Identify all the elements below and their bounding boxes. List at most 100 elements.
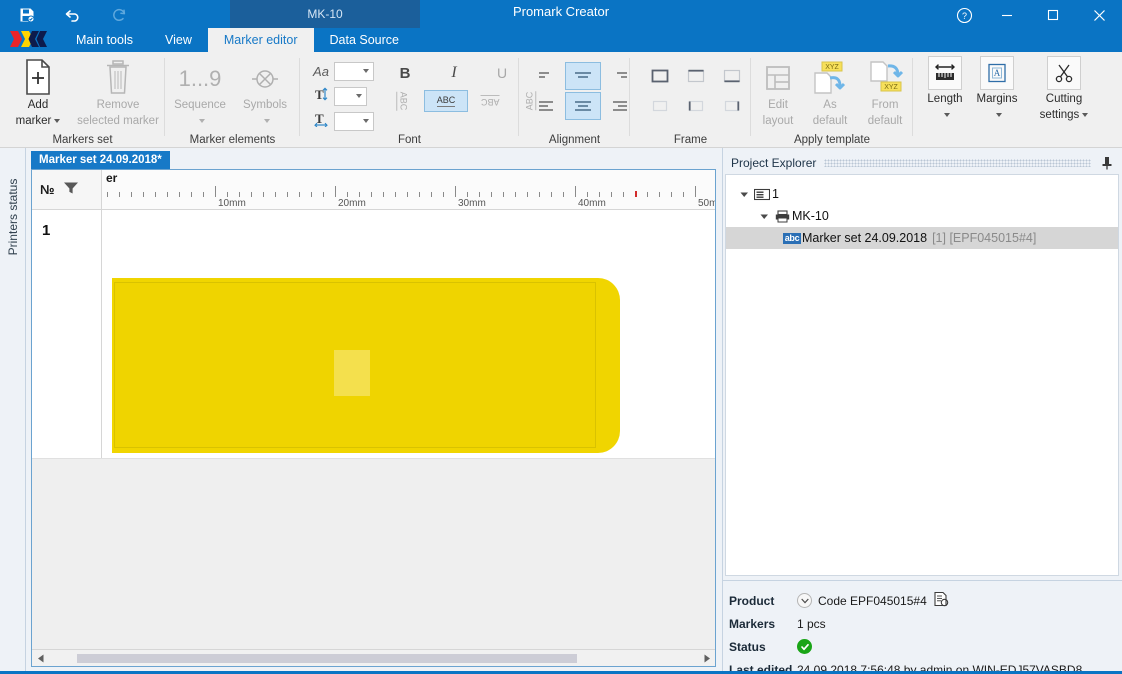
from-default-icon: XYZ xyxy=(865,56,905,96)
marker-shape[interactable] xyxy=(112,278,620,453)
sequence-label: Sequence xyxy=(174,99,226,111)
tree-node-printer[interactable]: MK-10 xyxy=(726,205,1118,227)
ruler-label-40mm: 40mm xyxy=(578,198,606,209)
abc-icon: abc xyxy=(782,232,802,244)
frame-left-button[interactable] xyxy=(678,92,714,120)
window-controls: ? xyxy=(944,0,1122,30)
product-dropdown-button[interactable] xyxy=(797,593,812,608)
rotate-180-button[interactable]: ABC xyxy=(468,90,512,112)
as-default-label-1: As xyxy=(823,99,837,111)
from-default-button[interactable]: XYZ From default xyxy=(856,56,914,128)
app-logo-icon xyxy=(8,28,52,50)
scrollbar-thumb[interactable] xyxy=(77,653,577,663)
markers-label: Markers xyxy=(729,616,776,631)
ribbon: Add marker Remove selected marker Marker… xyxy=(0,52,1122,148)
symbols-button[interactable]: Symbols xyxy=(231,56,299,128)
frame-top-button[interactable] xyxy=(678,62,714,90)
add-marker-label-1: Add xyxy=(27,99,49,111)
tree-node-project[interactable]: 1 xyxy=(726,183,1118,205)
marker-canvas[interactable]: 1 xyxy=(32,210,715,666)
editor-horizontal-scrollbar[interactable] xyxy=(32,649,715,666)
project-explorer-header: Project Explorer xyxy=(723,152,1122,174)
marker-text-field[interactable] xyxy=(334,350,370,396)
sequence-button[interactable]: 1...9 Sequence xyxy=(165,56,235,128)
rotate-0-button[interactable]: ABC xyxy=(424,90,468,112)
scissors-icon xyxy=(1047,56,1081,90)
bold-button[interactable]: B xyxy=(380,60,430,86)
editor-frame: № er 10mm 20mm 30mm 40mm 50 1 xyxy=(31,169,716,667)
close-button[interactable] xyxy=(1076,0,1122,30)
group-label-alignment: Alignment xyxy=(548,134,601,146)
group-label-frame: Frame xyxy=(673,134,708,146)
align-bottom-center-button[interactable] xyxy=(565,92,601,120)
font-family-select[interactable] xyxy=(334,61,374,81)
frame-full-button[interactable] xyxy=(642,62,678,90)
expander-icon[interactable] xyxy=(756,212,772,221)
tree-node-marker-set[interactable]: abc Marker set 24.09.2018 [1] [EPF045015… xyxy=(726,227,1118,249)
scroll-right-arrow-icon[interactable] xyxy=(698,650,715,667)
scroll-left-arrow-icon[interactable] xyxy=(32,650,49,667)
font-width-select[interactable] xyxy=(334,111,374,131)
cutting-settings-button[interactable]: Cutting settings xyxy=(1023,56,1105,122)
printers-status-label: Printers status xyxy=(6,178,20,256)
product-details-icon[interactable] xyxy=(933,591,949,610)
ribbon-group-markers-set: Add marker Remove selected marker Marker… xyxy=(0,52,165,148)
italic-button[interactable]: I xyxy=(430,60,478,86)
maximize-button[interactable] xyxy=(1030,0,1076,30)
tab-marker-editor[interactable]: Marker editor xyxy=(207,28,314,52)
property-row-status: Status xyxy=(729,635,1122,658)
margins-button[interactable]: A Margins xyxy=(969,56,1025,122)
pin-icon[interactable] xyxy=(1099,155,1115,171)
align-top-center-button[interactable] xyxy=(565,62,601,90)
add-marker-dropdown-caret[interactable] xyxy=(54,118,61,123)
cutting-settings-label-1: Cutting xyxy=(1045,93,1083,105)
font-size-select[interactable] xyxy=(334,86,367,106)
edit-layout-button[interactable]: Edit layout xyxy=(751,56,805,128)
document-tab-marker-set[interactable]: Marker set 24.09.2018* xyxy=(31,151,170,169)
help-icon[interactable]: ? xyxy=(944,0,984,30)
symbols-icon xyxy=(248,56,282,96)
symbols-dropdown-caret[interactable] xyxy=(263,118,270,123)
horizontal-ruler: er 10mm 20mm 30mm 40mm 50 xyxy=(102,170,715,210)
frame-none-button[interactable] xyxy=(642,92,678,120)
frame-right-button[interactable] xyxy=(714,92,750,120)
filter-icon[interactable] xyxy=(63,181,79,198)
margins-dropdown-caret[interactable] xyxy=(995,112,1002,117)
font-height-icon: T xyxy=(308,87,334,105)
length-button[interactable]: Length xyxy=(917,56,973,122)
ruler-label-50mm: 50mm xyxy=(698,198,715,209)
ribbon-tab-bar: Main tools View Marker editor Data Sourc… xyxy=(60,28,415,52)
as-default-button[interactable]: XYZ As default xyxy=(801,56,859,128)
project-explorer-tree[interactable]: 1 MK-10 abc Marker set 24.09.2018 [1] [E… xyxy=(725,174,1119,576)
edit-layout-icon xyxy=(762,56,794,96)
font-width-icon: T xyxy=(308,111,334,130)
printers-status-panel-tab[interactable]: Printers status xyxy=(0,148,26,674)
tab-main-tools[interactable]: Main tools xyxy=(60,28,149,52)
svg-text:XYZ: XYZ xyxy=(825,64,839,71)
row-number-column: 1 xyxy=(32,210,102,458)
partial-column-header: er xyxy=(106,171,118,185)
remove-selected-marker-button[interactable]: Remove selected marker xyxy=(70,56,166,128)
minimize-button[interactable] xyxy=(984,0,1030,30)
font-family-icon: Aa xyxy=(313,63,329,79)
ruler-label-30mm: 30mm xyxy=(458,198,486,209)
drag-handle[interactable] xyxy=(824,159,1091,167)
tab-data-source[interactable]: Data Source xyxy=(314,28,415,52)
group-label-markers-set: Markers set xyxy=(52,134,113,146)
align-top-left-button[interactable] xyxy=(529,62,565,90)
length-dropdown-caret[interactable] xyxy=(943,112,950,117)
expander-icon[interactable] xyxy=(736,190,752,199)
project-explorer-panel: Project Explorer 1 MK-10 abc Marker set … xyxy=(722,148,1122,674)
sequence-dropdown-caret[interactable] xyxy=(198,118,205,123)
cutting-settings-dropdown-caret[interactable] xyxy=(1082,112,1089,117)
property-row-product: Product Code EPF045015#4 xyxy=(729,589,1122,612)
add-marker-button[interactable]: Add marker xyxy=(2,56,74,128)
symbols-label: Symbols xyxy=(242,99,288,111)
tree-label-project: 1 xyxy=(772,187,779,201)
scrollbar-track[interactable] xyxy=(49,650,698,667)
frame-bottom-button[interactable] xyxy=(714,62,750,90)
rotate-90-button[interactable]: ABC xyxy=(380,90,424,112)
align-bottom-left-button[interactable] xyxy=(529,92,565,120)
margins-label: Margins xyxy=(976,93,1018,105)
tab-view[interactable]: View xyxy=(149,28,208,52)
